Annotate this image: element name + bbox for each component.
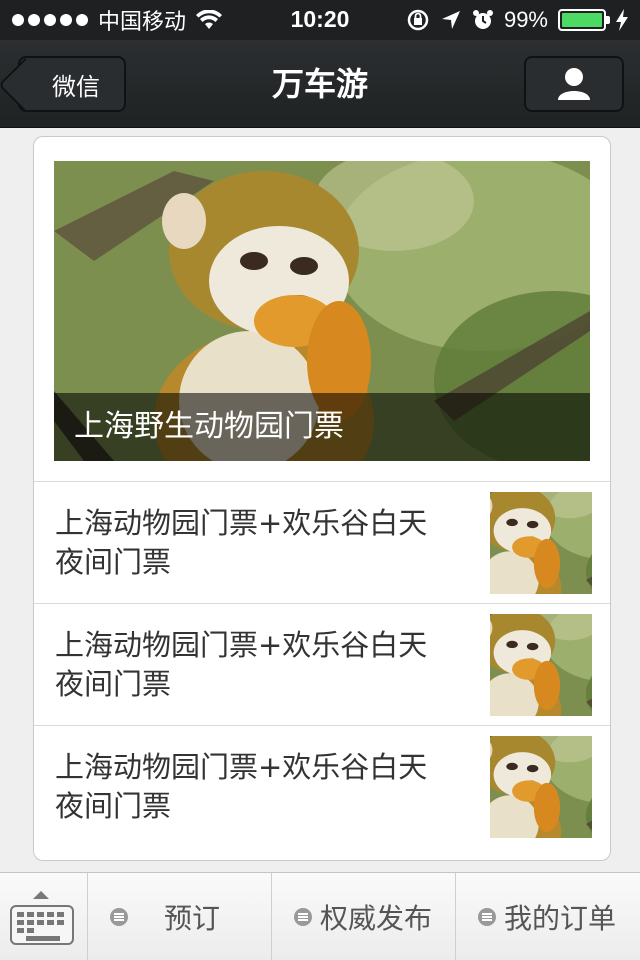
list-item-title: 上海动物园门票+欢乐谷白天夜间门票 [55, 750, 428, 823]
back-button[interactable]: 微信 [18, 56, 126, 112]
hero-caption: 上海野生动物园门票 [54, 393, 590, 461]
menu-list-icon [478, 908, 496, 926]
battery-icon [558, 9, 610, 31]
list-item-title: 上海动物园门票+欢乐谷白天夜间门票 [55, 628, 428, 701]
list-item-thumbnail [490, 614, 592, 716]
list-item[interactable]: 上海动物园门票+欢乐谷白天夜间门票 [34, 481, 610, 603]
content-area[interactable]: 上海野生动物园门票 上海动物园门票+欢乐谷白天夜间门票 上海动物园门票+欢乐谷白… [0, 128, 640, 872]
rotation-lock-icon [407, 9, 429, 31]
chevron-up-icon [33, 891, 49, 899]
status-right: 99% [406, 6, 628, 34]
status-bar: 中国移动 10:20 99% [0, 0, 640, 40]
tab-booking[interactable]: 预订 [88, 873, 272, 960]
keyboard-toggle-button[interactable] [0, 873, 88, 960]
list-item-thumbnail [490, 492, 592, 594]
article-card: 上海野生动物园门票 上海动物园门票+欢乐谷白天夜间门票 上海动物园门票+欢乐谷白… [33, 136, 611, 861]
tab-official-release[interactable]: 权威发布 [272, 873, 456, 960]
menu-list-icon [294, 908, 312, 926]
tab-label: 我的订单 [504, 902, 617, 935]
battery-percentage: 99% [503, 7, 548, 32]
charging-bolt-icon [616, 9, 628, 31]
profile-button[interactable] [524, 56, 624, 112]
back-button-label: 微信 [52, 72, 100, 101]
list-item[interactable]: 上海动物园门票+欢乐谷白天夜间门票 [34, 725, 610, 847]
hero-article[interactable]: 上海野生动物园门票 [54, 161, 590, 461]
list-item-thumbnail [490, 736, 592, 838]
tab-my-orders[interactable]: 我的订单 [456, 873, 640, 960]
battery-fill [562, 13, 602, 27]
keyboard-icon [10, 905, 74, 945]
tab-label: 预订 [164, 902, 221, 935]
menu-list-icon [110, 908, 128, 926]
navigation-bar: 万车游 微信 [0, 40, 640, 128]
bottom-toolbar: 预订 权威发布 我的订单 [0, 872, 640, 960]
location-arrow-icon [441, 11, 460, 29]
list-item-title: 上海动物园门票+欢乐谷白天夜间门票 [55, 506, 428, 579]
list-item[interactable]: 上海动物园门票+欢乐谷白天夜间门票 [34, 603, 610, 725]
tab-label: 权威发布 [320, 902, 433, 935]
alarm-icon [472, 10, 493, 29]
person-icon [558, 68, 590, 100]
